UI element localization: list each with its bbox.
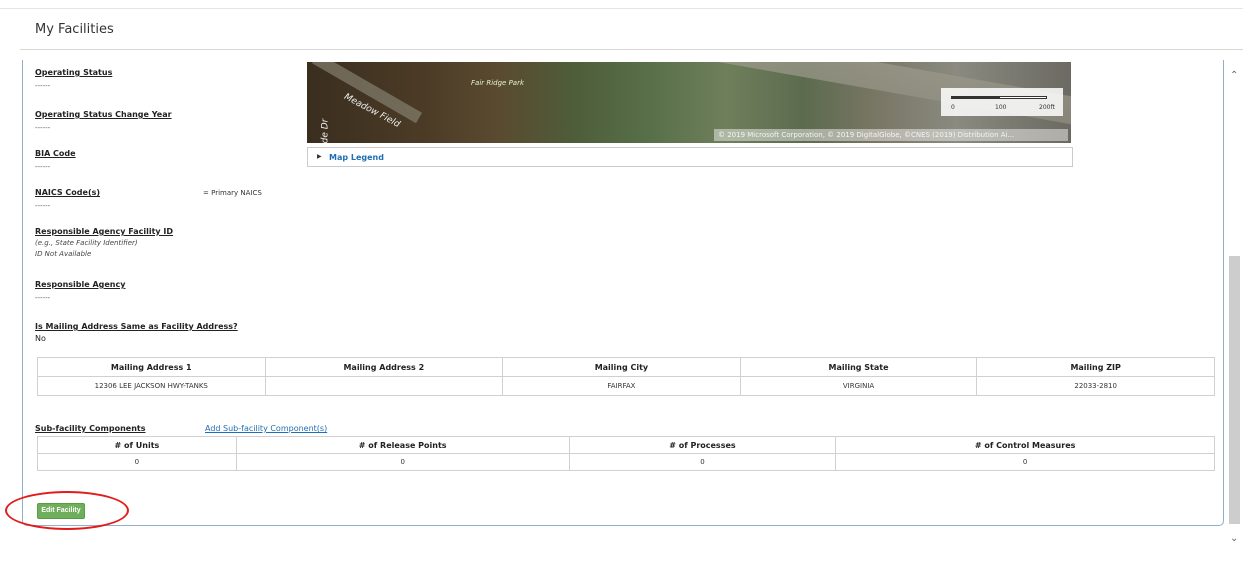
map-label-park: Fair Ridge Park xyxy=(471,79,525,87)
page-title: My Facilities xyxy=(35,22,114,37)
agency-facility-id-label: Responsible Agency Facility ID xyxy=(35,227,174,236)
table-cell: 0 xyxy=(835,453,1215,471)
responsible-agency-value: ------ xyxy=(35,294,51,302)
scale-bar-graphic xyxy=(951,96,1047,99)
chevron-up-icon[interactable]: ⌃ xyxy=(1230,70,1238,81)
map-legend-toggle[interactable]: ▶ Map Legend xyxy=(307,147,1073,167)
bia-code-value: ------ xyxy=(35,163,51,171)
table-row: 12306 LEE JACKSON HWY-TANKS FAIRFAX VIRG… xyxy=(37,376,1215,396)
mailing-address-table: Mailing Address 1 Mailing Address 2 Mail… xyxy=(37,357,1215,396)
map-scale-bar: 0 100 200ft xyxy=(941,88,1063,116)
table-cell: 0 xyxy=(568,453,837,471)
table-row: 0 0 0 0 xyxy=(37,453,1215,471)
column-header: Mailing City xyxy=(502,357,741,377)
table-header-row: Mailing Address 1 Mailing Address 2 Mail… xyxy=(37,357,1215,377)
table-cell: 0 xyxy=(235,453,570,471)
scale-tick-2: 200ft xyxy=(1039,104,1055,111)
column-header: # of Processes xyxy=(568,436,837,454)
column-header: Mailing State xyxy=(739,357,978,377)
responsible-agency-label: Responsible Agency xyxy=(35,280,126,289)
column-header: Mailing ZIP xyxy=(976,357,1215,377)
highlight-annotation xyxy=(5,491,129,530)
operating-status-value: ------ xyxy=(35,82,51,90)
top-border xyxy=(0,8,1243,9)
table-cell: 12306 LEE JACKSON HWY-TANKS xyxy=(37,376,266,396)
table-cell xyxy=(264,376,504,396)
table-cell: FAIRFAX xyxy=(502,376,741,396)
table-cell: VIRGINIA xyxy=(739,376,978,396)
field-operating-status-year: Operating Status Change Year ------ xyxy=(35,110,172,132)
add-subfacility-link[interactable]: Add Sub-facility Component(s) xyxy=(205,424,327,433)
field-responsible-agency: Responsible Agency ------ xyxy=(35,280,125,302)
naics-label: NAICS Code(s) xyxy=(35,188,101,197)
agency-facility-id-hint: (e.g., State Facility Identifier) xyxy=(35,239,138,247)
vertical-scrollbar[interactable]: ⌃ ⌄ xyxy=(1226,60,1243,544)
operating-status-year-value: ------ xyxy=(35,124,51,132)
table-cell: 22033-2810 xyxy=(976,376,1215,396)
field-agency-facility-id: Responsible Agency Facility ID (e.g., St… xyxy=(35,227,173,258)
scale-tick-1: 100 xyxy=(995,104,1007,111)
mailing-same-value: No xyxy=(35,334,46,343)
column-header: Mailing Address 2 xyxy=(264,357,504,377)
naics-value: ------ xyxy=(35,202,51,210)
field-bia-code: BIA Code ------ xyxy=(35,149,76,171)
map-label-road: de Dr xyxy=(320,118,331,143)
scrollbar-thumb[interactable] xyxy=(1229,256,1240,524)
column-header: # of Units xyxy=(37,436,237,454)
column-header: # of Release Points xyxy=(235,436,570,454)
facility-map[interactable]: Fair Ridge Park Meadow Field de Dr 0 100… xyxy=(307,62,1071,143)
chevron-down-icon[interactable]: ⌄ xyxy=(1230,533,1238,544)
subfacility-title: Sub-facility Components xyxy=(35,424,146,433)
caret-right-icon: ▶ xyxy=(317,153,322,160)
operating-status-label: Operating Status xyxy=(35,68,113,77)
bia-code-label: BIA Code xyxy=(35,149,76,158)
map-attribution: © 2019 Microsoft Corporation, © 2019 Dig… xyxy=(714,129,1068,141)
table-header-row: # of Units # of Release Points # of Proc… xyxy=(37,436,1215,454)
column-header: # of Control Measures xyxy=(835,436,1215,454)
map-legend-label[interactable]: Map Legend xyxy=(329,153,384,162)
operating-status-year-label: Operating Status Change Year xyxy=(35,110,172,119)
scale-tick-0: 0 xyxy=(951,104,955,111)
field-mailing-same: Is Mailing Address Same as Facility Addr… xyxy=(35,322,238,343)
agency-facility-id-value: ID Not Available xyxy=(35,250,92,258)
title-divider xyxy=(20,49,1243,50)
subfacility-table: # of Units # of Release Points # of Proc… xyxy=(37,436,1215,471)
field-naics: NAICS Code(s) ------ xyxy=(35,188,100,210)
table-cell: 0 xyxy=(37,453,237,471)
field-operating-status: Operating Status ------ xyxy=(35,68,112,90)
primary-naics-note: = Primary NAICS xyxy=(203,189,262,197)
column-header: Mailing Address 1 xyxy=(37,357,266,377)
mailing-same-label: Is Mailing Address Same as Facility Addr… xyxy=(35,322,238,331)
